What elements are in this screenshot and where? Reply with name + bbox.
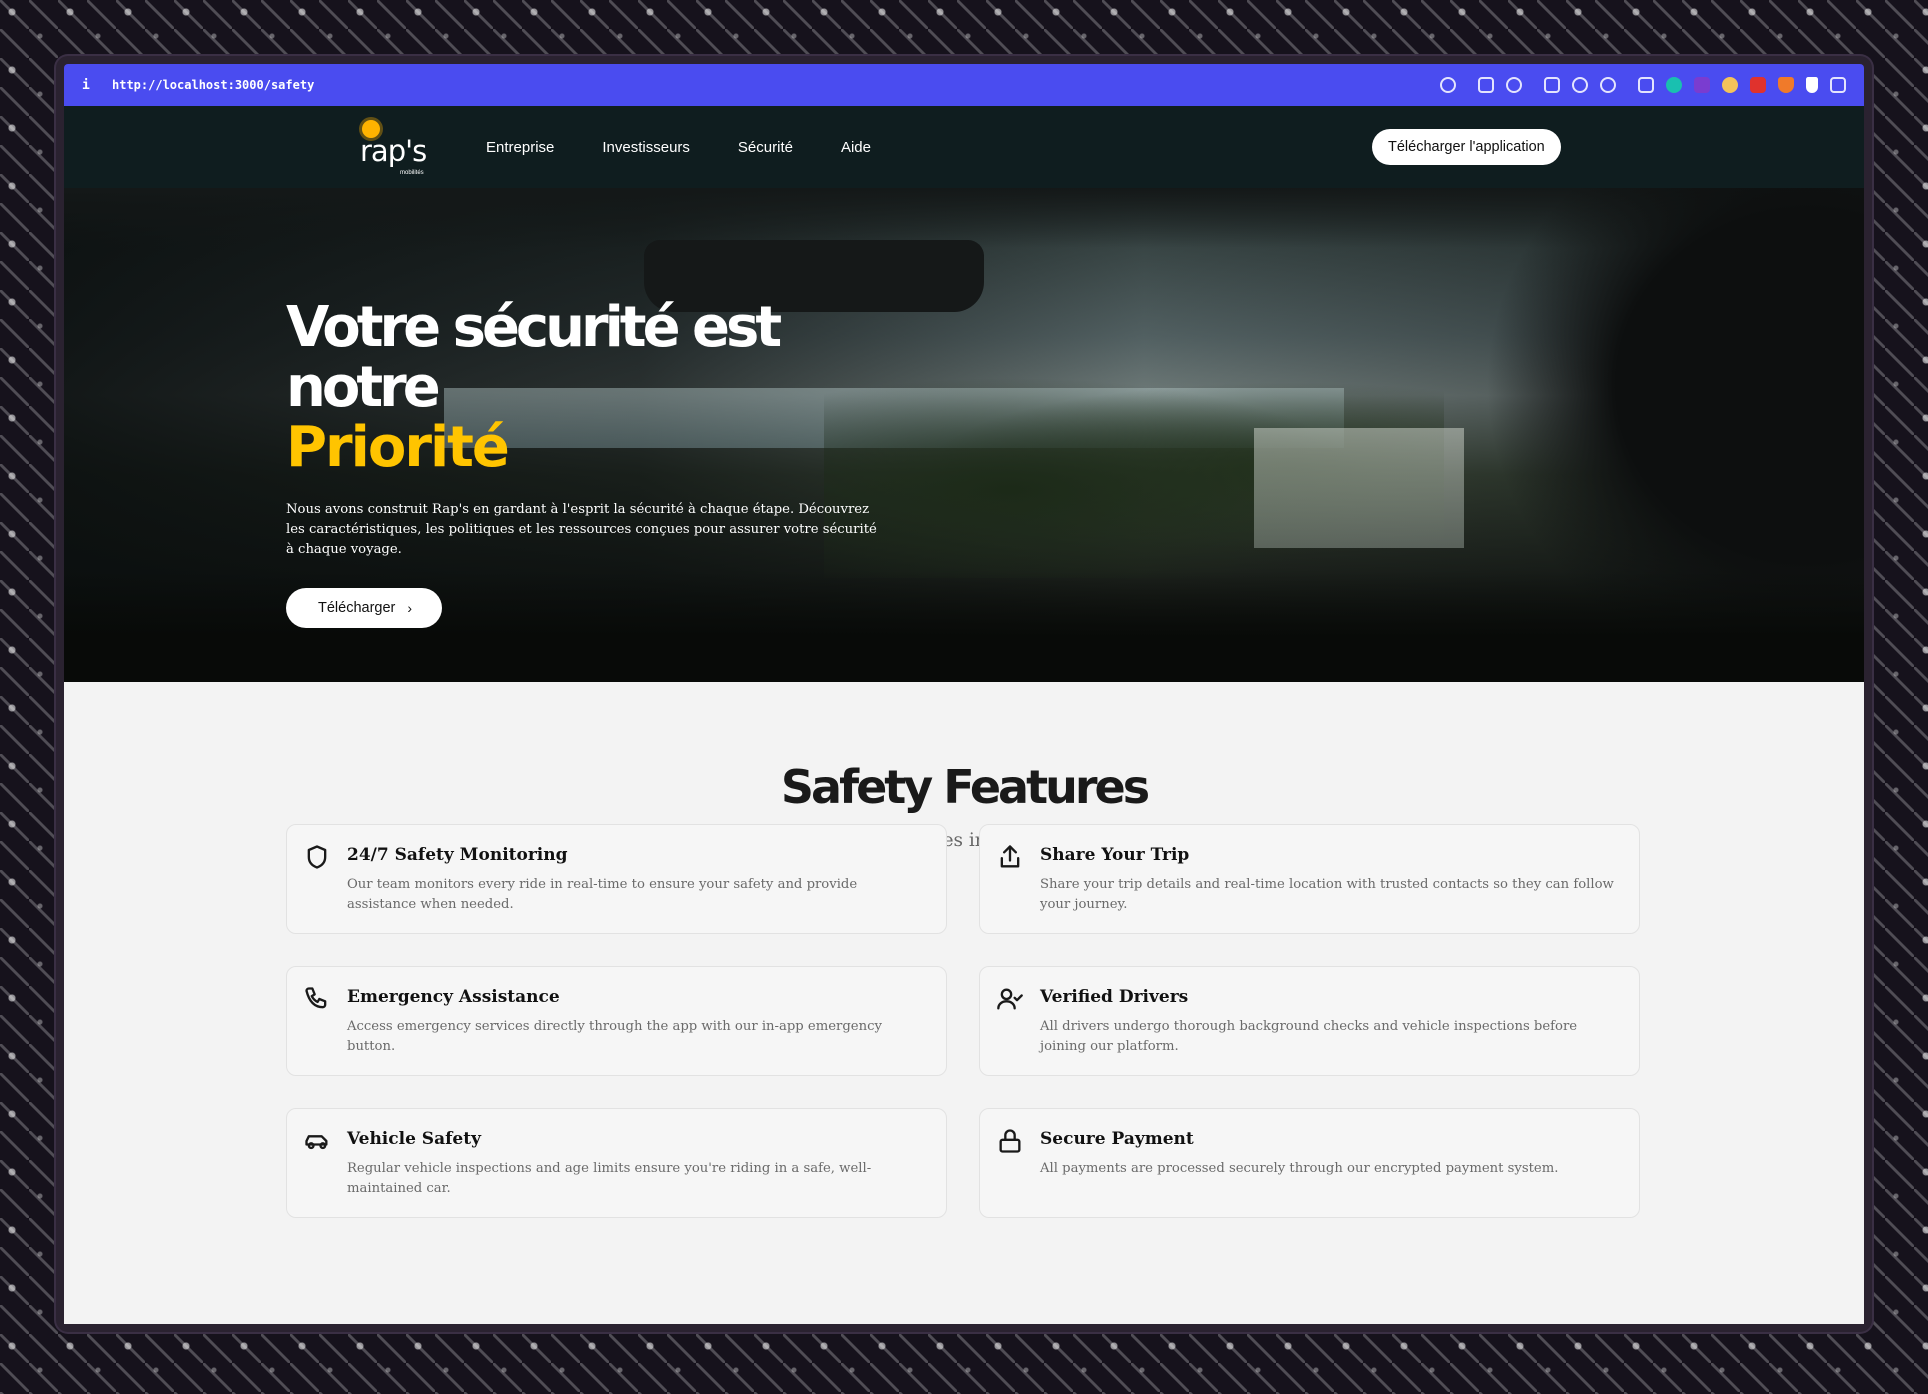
page-viewport: rap's mobilités Entreprise Investisseurs… <box>64 106 1864 1324</box>
feature-card-vehicle-safety: Vehicle Safety Regular vehicle inspectio… <box>286 1108 947 1218</box>
hero-title-line1: Votre sécurité est notre <box>286 295 782 420</box>
address-bar[interactable]: i http://localhost:3000/safety <box>64 64 1864 106</box>
shield-extension-icon[interactable] <box>1806 77 1818 93</box>
feature-text: Our team monitors every ride in real-tim… <box>347 877 858 912</box>
feature-text: All drivers undergo thorough background … <box>1040 1019 1578 1054</box>
feature-card-secure-payment: Secure Payment All payments are processe… <box>979 1108 1640 1218</box>
globe-icon[interactable] <box>1572 77 1588 93</box>
link-icon[interactable] <box>1440 77 1456 93</box>
section-title: Safety Features <box>780 760 1150 814</box>
feature-title: Share Your Trip <box>1040 845 1190 865</box>
lock-icon <box>996 1127 1026 1157</box>
feature-title: Vehicle Safety <box>347 1129 481 1149</box>
feature-text: All payments are processed securely thro… <box>1040 1161 1559 1176</box>
car-icon <box>303 1127 333 1157</box>
sidebar-toggle-icon[interactable] <box>1830 77 1846 93</box>
feature-card-share-trip: Share Your Trip Share your trip details … <box>979 824 1640 934</box>
camera-icon[interactable] <box>1506 77 1522 93</box>
nav-links: Entreprise Investisseurs Sécurité Aide <box>486 106 871 188</box>
features-grid: 24/7 Safety Monitoring Our team monitors… <box>286 824 1640 1218</box>
code-icon[interactable] <box>1638 77 1654 93</box>
hero-title-accent: Priorité <box>286 415 510 480</box>
extension-teal-icon[interactable] <box>1666 77 1682 93</box>
extension-toolbar <box>1440 77 1846 93</box>
feature-title: Verified Drivers <box>1040 987 1189 1007</box>
extension-red-icon[interactable] <box>1750 77 1766 93</box>
feature-card-monitoring: 24/7 Safety Monitoring Our team monitors… <box>286 824 947 934</box>
feature-title: Secure Payment <box>1040 1129 1194 1149</box>
raps-logo[interactable]: rap's mobilités <box>356 116 446 176</box>
user-check-icon <box>996 985 1026 1015</box>
hero-section: Votre sécurité est notre Priorité Nous a… <box>64 188 1864 682</box>
chevron-right-icon: › <box>407 600 413 616</box>
hero-background-house <box>1254 428 1464 548</box>
feature-text: Share your trip details and real-time lo… <box>1040 877 1614 912</box>
hero-download-button[interactable]: Télécharger › <box>286 588 443 628</box>
download-app-button[interactable]: Télécharger l'application <box>1372 129 1561 165</box>
site-info-icon[interactable]: i <box>82 78 104 93</box>
hero-download-label: Télécharger <box>318 600 396 616</box>
screenshot-icon[interactable] <box>1478 77 1494 93</box>
nav-link-entreprise[interactable]: Entreprise <box>486 139 554 156</box>
feature-card-verified-drivers: Verified Drivers All drivers undergo tho… <box>979 966 1640 1076</box>
logo-wordmark: rap's <box>360 134 427 168</box>
extension-fox-icon[interactable] <box>1778 77 1794 93</box>
logo-tagline: mobilités <box>400 170 424 176</box>
share-icon <box>996 843 1026 873</box>
feature-card-emergency: Emergency Assistance Access emergency se… <box>286 966 947 1076</box>
extension-purple-icon[interactable] <box>1694 77 1710 93</box>
window-icon[interactable] <box>1544 77 1560 93</box>
nav-link-investisseurs[interactable]: Investisseurs <box>602 139 690 156</box>
hero-title: Votre sécurité est notre Priorité <box>286 298 906 478</box>
feature-title: 24/7 Safety Monitoring <box>347 845 568 865</box>
shield-icon <box>303 843 333 873</box>
feature-title: Emergency Assistance <box>347 987 560 1007</box>
hero-description: Nous avons construit Rap's en gardant à … <box>286 502 877 557</box>
crosshair-icon[interactable] <box>1600 77 1616 93</box>
feature-text: Regular vehicle inspections and age limi… <box>347 1161 872 1196</box>
nav-link-securite[interactable]: Sécurité <box>738 139 793 156</box>
nav-link-aide[interactable]: Aide <box>841 139 871 156</box>
feature-text: Access emergency services directly throu… <box>347 1019 882 1054</box>
site-navbar: rap's mobilités Entreprise Investisseurs… <box>64 106 1864 188</box>
url-text[interactable]: http://localhost:3000/safety <box>104 78 1440 92</box>
extension-face-icon[interactable] <box>1722 77 1738 93</box>
browser-window: i http://localhost:3000/safety rap's mob… <box>56 56 1872 1332</box>
safety-features-section: Safety Features We've built comprehensiv… <box>64 682 1864 1218</box>
hero-content: Votre sécurité est notre Priorité Nous a… <box>286 298 906 628</box>
phone-icon <box>303 985 333 1015</box>
